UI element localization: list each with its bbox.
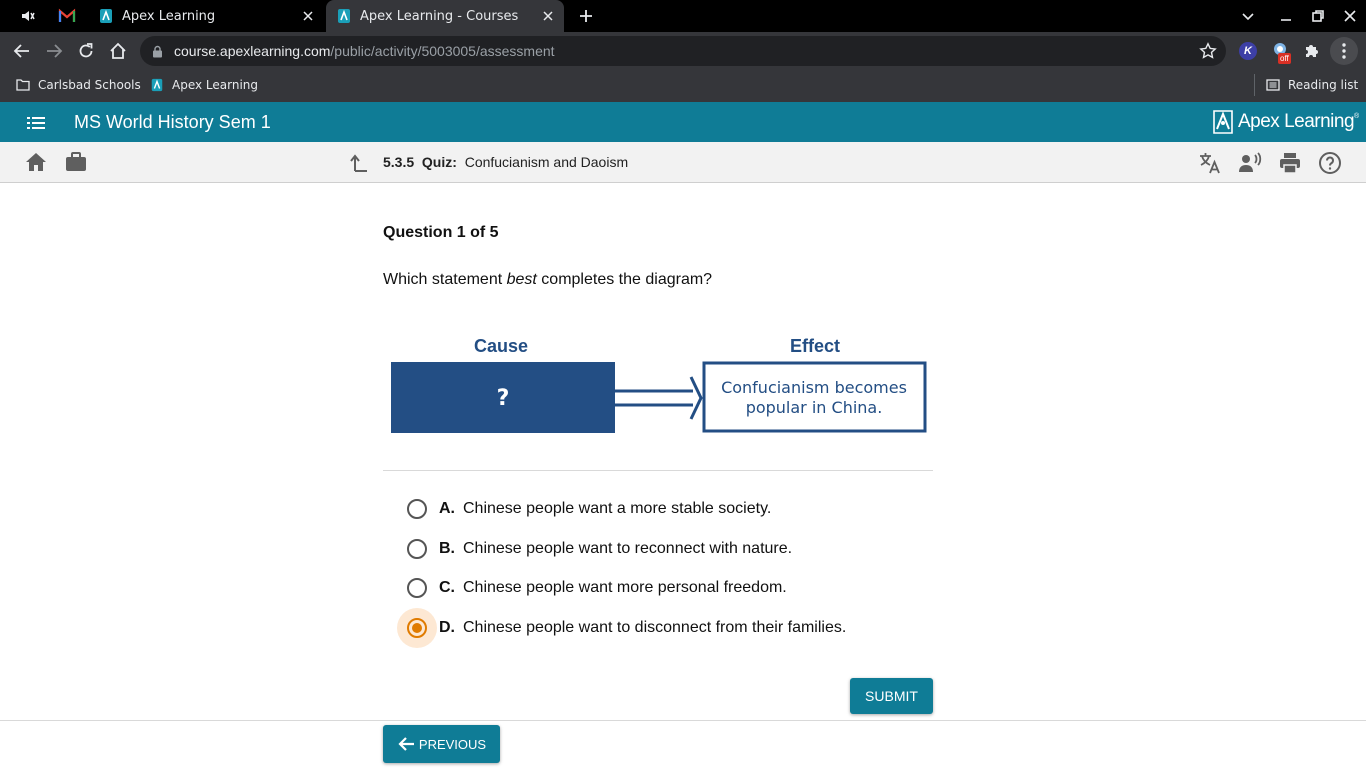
tab-label: Apex Learning [122,8,216,24]
translate-icon[interactable] [1198,151,1222,175]
cause-effect-diagram: Cause Effect ? Confucianism becomes popu… [383,330,933,440]
course-title: MS World History Sem 1 [74,112,271,132]
tab-label: Apex Learning - Courses [360,8,519,24]
up-arrow-icon[interactable] [350,154,368,172]
option-letter: B. [439,540,455,557]
bookmark-label: Apex Learning [172,78,259,92]
reading-list-icon [1266,79,1280,91]
home-icon[interactable] [109,42,127,60]
apex-favicon-icon [100,9,112,23]
tab-apex-learning[interactable]: Apex Learning [88,0,324,32]
activity-name: Confucianism and Daoism [464,154,629,170]
briefcase-icon[interactable] [65,152,87,172]
bookmark-carlsbad-schools[interactable]: Carlsbad Schools [16,76,141,94]
footer-divider [0,720,1366,721]
extension-off-badge: off [1278,53,1291,64]
back-arrow-icon[interactable] [13,42,31,60]
menu-list-icon[interactable] [26,114,46,132]
help-icon[interactable] [1318,151,1342,175]
arrow-left-icon [398,737,414,751]
arrow-icon [615,376,703,420]
close-tab-icon[interactable] [540,8,556,24]
activity-number: 5.3.5 [383,154,415,170]
radio-button[interactable] [397,489,437,529]
answer-option-c[interactable]: C. Chinese people want more personal fre… [397,568,787,608]
activity-toolbar [0,142,1366,183]
option-letter: D. [439,619,455,636]
activity-title: 5.3.5 Quiz: Confucianism and Daoism [383,154,628,170]
restore-window-icon[interactable] [1310,8,1326,24]
audio-muted-icon[interactable] [20,8,36,24]
folder-icon [16,79,30,91]
cause-label: Cause [474,336,528,356]
radio-button[interactable] [397,568,437,608]
close-tab-icon[interactable] [300,8,316,24]
answer-option-a[interactable]: A. Chinese people want a more stable soc… [397,489,771,529]
apex-logo-icon [1213,110,1233,134]
option-text: Chinese people want to disconnect from t… [463,619,847,636]
url-host: course.apexlearning.com [174,43,331,59]
prompt-text: Which statement [383,271,507,288]
print-icon[interactable] [1278,151,1302,175]
new-tab-icon[interactable] [578,8,594,24]
gmail-icon[interactable] [58,8,76,24]
effect-box [702,361,927,433]
effect-line-2: popular in China. [746,398,883,417]
reading-list-button[interactable]: Reading list [1266,76,1358,94]
bookmark-apex-learning[interactable]: Apex Learning [150,76,258,94]
close-window-icon[interactable] [1342,8,1358,24]
answer-option-b[interactable]: B. Chinese people want to reconnect with… [397,529,792,569]
browser-tab-strip: Apex Learning Apex Learning - Courses [0,0,1366,32]
minimize-icon[interactable] [1278,8,1294,24]
answer-option-d[interactable]: D. Chinese people want to disconnect fro… [397,608,846,648]
divider [383,470,933,471]
cause-box-text: ? [497,386,510,411]
submit-button[interactable]: SUBMIT [850,678,933,714]
activity-type: Quiz: [421,154,457,170]
prompt-text: completes the diagram? [536,271,713,288]
option-letter: A. [439,500,455,517]
reload-icon[interactable] [77,42,95,60]
previous-button[interactable]: PREVIOUS [383,725,500,763]
tab-search-chevron-icon[interactable] [1240,8,1256,24]
option-text: Chinese people want more personal freedo… [463,579,787,596]
previous-label: PREVIOUS [418,736,487,752]
brand-text: Apex Learning [1238,111,1355,132]
prompt-emphasis: best [506,271,537,288]
extensions-puzzle-icon[interactable] [1303,42,1321,60]
option-text: Chinese people want to reconnect with na… [463,540,793,557]
question-heading: Question 1 of 5 [383,224,499,241]
option-letter: C. [439,579,455,596]
text-to-speech-icon[interactable] [1238,151,1262,175]
apex-learning-logo: Apex Learning ® [1212,109,1359,135]
bookmark-star-icon[interactable] [1199,42,1217,60]
question-prompt: Which statement best completes the diagr… [383,271,712,289]
brand-mark: ® [1354,113,1359,120]
effect-label: Effect [790,336,840,356]
url-text[interactable]: course.apexlearning.com/public/activity/… [174,43,555,59]
forward-arrow-icon[interactable] [45,42,63,60]
effect-line-1: Confucianism becomes [721,378,907,397]
reading-list-label: Reading list [1288,78,1359,92]
apex-favicon-icon [151,78,163,92]
bookmarks-divider [1254,74,1255,96]
tab-apex-learning-courses[interactable]: Apex Learning - Courses [326,0,564,32]
extension-k-label: K [1244,45,1252,57]
radio-button[interactable] [397,529,437,569]
bookmark-label: Carlsbad Schools [38,78,141,92]
home-icon[interactable] [25,152,47,172]
extension-k-icon[interactable]: K [1239,42,1257,60]
apex-favicon-icon [338,9,350,23]
option-text: Chinese people want a more stable societ… [463,500,772,517]
lock-icon[interactable] [152,45,163,58]
url-path: /public/activity/5003005/assessment [330,43,555,59]
radio-button-selected[interactable] [397,608,437,648]
browser-menu-icon[interactable] [1330,37,1358,65]
